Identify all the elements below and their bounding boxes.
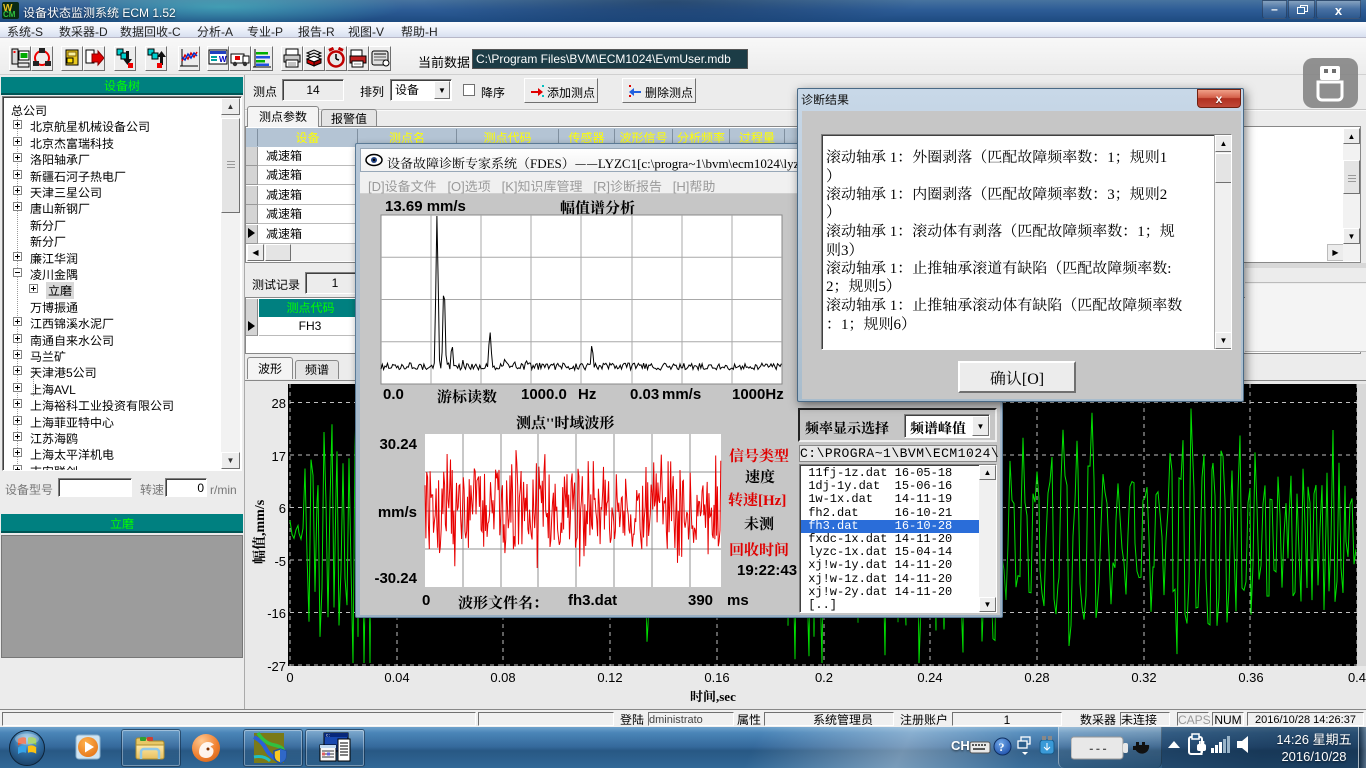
svg-text:?: ? — [999, 740, 1005, 754]
svg-text:C:: C: — [326, 735, 331, 739]
svg-text:---: --- — [1088, 744, 1108, 756]
